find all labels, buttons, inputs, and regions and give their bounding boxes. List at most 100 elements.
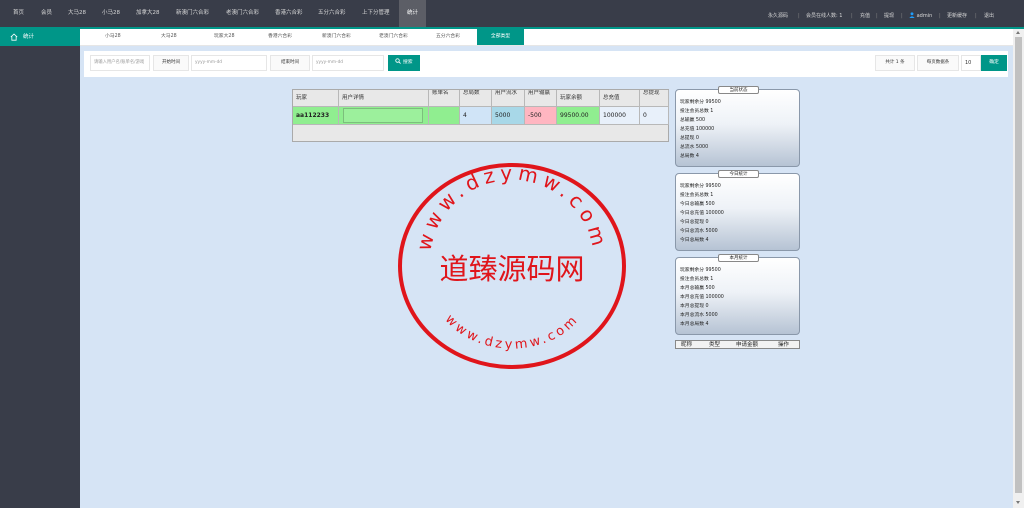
tab-five-minute-lottery[interactable]: 五分六合彩 xyxy=(436,29,460,45)
scroll-thumb[interactable] xyxy=(1015,37,1022,493)
panel-title: 当前状态 xyxy=(718,86,759,94)
stat-row: 本月总流水 5000 xyxy=(680,313,718,318)
sidebar: 统计 xyxy=(0,29,80,508)
user-search-input[interactable]: 请输入用户名/账单名/游戏 xyxy=(90,55,150,71)
panel-title: 今日统计 xyxy=(718,170,759,178)
nav-home[interactable]: 首页 xyxy=(13,0,24,27)
stat-row: 今日总充值 100000 xyxy=(680,211,724,216)
nav-new-macau-lottery[interactable]: 新澳门六合彩 xyxy=(176,0,209,27)
stat-row: 本月总充值 100000 xyxy=(680,295,724,300)
user-icon xyxy=(909,12,915,18)
stat-row: 玩家剩余分 99500 xyxy=(680,268,721,273)
nav-canada28[interactable]: 加拿大28 xyxy=(136,0,160,27)
search-button-label: 搜索 xyxy=(402,60,413,65)
search-button[interactable]: 搜索 xyxy=(388,55,420,71)
tab-xiaoma28[interactable]: 小马28 xyxy=(105,29,121,45)
clear-cache-link[interactable]: 更新缓存 xyxy=(947,0,967,27)
confirm-button[interactable]: 确定 xyxy=(981,55,1007,71)
tab-all-types[interactable]: 全部类型 xyxy=(477,29,524,45)
stat-row: 今日总流水 5000 xyxy=(680,229,718,234)
online-members-count: 会员在线人数: 1 xyxy=(806,13,843,19)
total-count-label: 共计 1 条 xyxy=(875,55,915,71)
col-header-type: 类型 xyxy=(709,342,721,348)
end-time-label: 结束时间 xyxy=(270,55,310,71)
permanent-source-label: 永久源码 xyxy=(768,13,789,19)
col-header-request-amount: 申请金额 xyxy=(736,342,759,348)
panel-title: 本月统计 xyxy=(718,254,759,262)
stat-row: 总流水 5000 xyxy=(680,145,709,150)
nav-xiaoma28[interactable]: 小马28 xyxy=(102,0,120,27)
nav-points-management[interactable]: 上下分管理 xyxy=(362,0,390,27)
nav-members[interactable]: 会员 xyxy=(41,0,52,27)
col-header-total-recharge: 总充值 xyxy=(600,90,640,107)
table-cell-player-balance: 99500.00 xyxy=(557,107,600,125)
current-status-panel: 当前状态 玩家剩余分 99500 投注会员总数 1 总输赢 500 总充值 10… xyxy=(675,86,800,167)
col-header-user-winloss: 用户输赢 xyxy=(525,90,557,107)
user-menu[interactable]: admin xyxy=(909,0,932,27)
nav-separator: | xyxy=(939,13,941,19)
col-header-total-withdraw: 总提现 xyxy=(640,90,669,107)
statistics-table: 玩家 用户详情 账单名 总局数 用户流水 用户输赢 玩家余额 总充值 总提现 a… xyxy=(292,89,669,142)
username: admin xyxy=(916,13,933,19)
home-icon xyxy=(10,32,18,41)
today-stats-panel: 今日统计 玩家剩余分 99500 投注会员总数 1 今日总输赢 500 今日总充… xyxy=(675,170,800,251)
stamp-center-text: 道臻源码网 xyxy=(439,252,584,286)
tab-old-macau-lottery[interactable]: 老澳门六合彩 xyxy=(379,29,408,45)
tab-player28[interactable]: 玩家大28 xyxy=(214,29,235,45)
stat-row: 玩家剩余分 99500 xyxy=(680,184,721,189)
stat-row: 玩家剩余分 99500 xyxy=(680,100,721,105)
table-footer xyxy=(293,125,668,141)
stat-row: 本月总局数 4 xyxy=(680,322,709,327)
start-date-input[interactable]: yyyy-mm-dd xyxy=(191,55,267,71)
tab-hongkong-lottery[interactable]: 香港六合彩 xyxy=(268,29,292,45)
stat-row: 总输赢 500 xyxy=(680,118,706,123)
nav-separator: | xyxy=(876,13,878,19)
table-cell-bill-name xyxy=(429,107,460,125)
tab-dama28[interactable]: 大马28 xyxy=(161,29,177,45)
stamp-ring-text-bottom: www.dzymw.com xyxy=(442,312,582,353)
nav-old-macau-lottery[interactable]: 老澳门六合彩 xyxy=(226,0,259,27)
stat-row: 投注会员总数 1 xyxy=(680,193,714,198)
table-cell-total-withdraw: 0 xyxy=(640,107,669,125)
col-header-bill-name: 账单名 xyxy=(429,90,460,107)
stat-row: 总提现 0 xyxy=(680,136,699,141)
nav-statistics[interactable]: 统计 xyxy=(399,0,426,27)
nav-separator: | xyxy=(901,13,903,19)
nav-five-minute-lottery[interactable]: 五分六合彩 xyxy=(318,0,346,27)
table-cell-user-winloss: -500 xyxy=(525,107,557,125)
nav-separator: | xyxy=(975,13,977,19)
sidebar-item-statistics[interactable]: 统计 xyxy=(0,29,80,46)
per-page-input[interactable]: 10 xyxy=(961,55,981,71)
col-header-nickname: 昵称 xyxy=(681,342,693,348)
col-header-user-details: 用户详情 xyxy=(339,90,429,107)
month-stats-panel: 本月统计 玩家剩余分 99500 投注会员总数 1 本月总输赢 500 本月总充… xyxy=(675,254,800,335)
stat-row: 投注会员总数 1 xyxy=(680,109,714,114)
tab-new-macau-lottery[interactable]: 新澳门六合彩 xyxy=(322,29,351,45)
scroll-down-icon[interactable] xyxy=(1016,501,1020,504)
stat-row: 今日总提现 0 xyxy=(680,220,709,225)
watermark-stamp: www.dzymw.com www.dzymw.com 道臻源码网 xyxy=(398,161,626,369)
end-date-input[interactable]: yyyy-mm-dd xyxy=(312,55,384,71)
nav-hongkong-lottery[interactable]: 香港六合彩 xyxy=(275,0,303,27)
table-cell-player: aa112233 xyxy=(293,107,339,125)
stat-row: 投注会员总数 1 xyxy=(680,277,714,282)
game-type-tabs: 小马28 大马28 玩家大28 香港六合彩 新澳门六合彩 老澳门六合彩 五分六合… xyxy=(80,29,1013,46)
search-icon xyxy=(395,58,402,64)
vertical-scrollbar[interactable] xyxy=(1013,29,1024,508)
col-header-action: 操作 xyxy=(778,342,790,348)
nav-separator: | xyxy=(851,13,853,19)
logout-link[interactable]: 退出 xyxy=(984,0,994,27)
nav-separator: | xyxy=(798,13,800,19)
top-navigation: 首页 会员 大马28 小马28 加拿大28 新澳门六合彩 老澳门六合彩 香港六合… xyxy=(0,0,1024,29)
nav-dama28[interactable]: 大马28 xyxy=(68,0,86,27)
scroll-up-icon[interactable] xyxy=(1016,31,1020,34)
stat-row: 今日总局数 4 xyxy=(680,238,709,243)
user-details-field[interactable] xyxy=(343,108,423,123)
recharge-link[interactable]: 充值 xyxy=(860,0,870,27)
col-header-total-rounds: 总局数 xyxy=(460,90,492,107)
col-header-player-balance: 玩家余额 xyxy=(557,90,600,107)
stat-row: 总局数 4 xyxy=(680,154,699,159)
withdraw-link[interactable]: 提现 xyxy=(884,0,894,27)
per-page-label: 每页数据条 xyxy=(917,55,959,71)
table-cell-user-details xyxy=(339,107,429,125)
